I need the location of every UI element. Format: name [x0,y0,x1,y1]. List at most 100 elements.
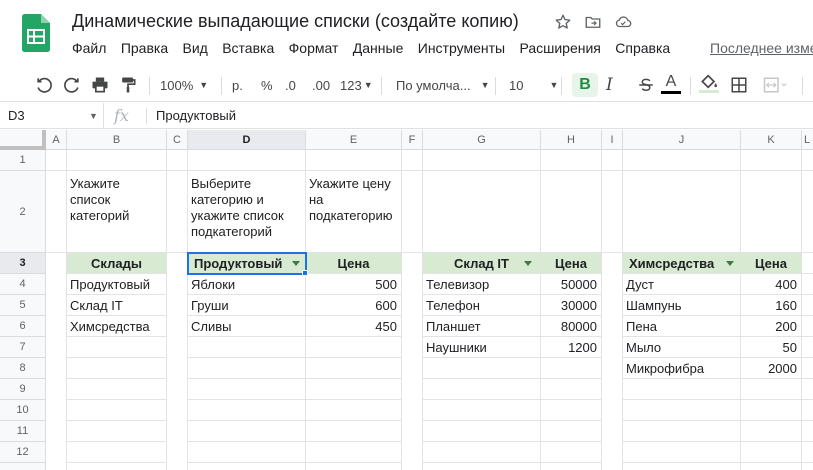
row-header-2[interactable]: 2 [0,171,46,253]
chem-price[interactable]: 400 [741,274,801,294]
column-header-b[interactable]: B [67,130,167,150]
row-header-7[interactable]: 7 [0,337,46,358]
last-edit-link[interactable]: Последнее изменение [710,40,813,56]
it-price[interactable]: 80000 [541,316,601,336]
subcategory-price[interactable]: 500 [306,274,401,294]
select-all-corner[interactable] [0,130,46,150]
column-header-i[interactable]: I [602,130,623,150]
chem-item[interactable]: Пена [623,316,740,336]
menu-data[interactable]: Данные [353,40,404,56]
row-header-11[interactable]: 11 [0,421,46,442]
it-header[interactable]: Склад IT [423,253,540,273]
chem-item[interactable]: Микрофибра [623,358,740,378]
formula-input[interactable]: Продуктовый [156,103,236,129]
column-header-j[interactable]: J [623,130,741,150]
chevron-down-icon[interactable]: ▼ [89,103,98,129]
column-header-e[interactable]: E [306,130,402,150]
chem-header[interactable]: Химсредства [623,253,740,273]
category-item[interactable]: Склад IT [67,295,166,315]
subcategory-item[interactable]: Сливы [188,316,305,336]
dropdown-arrow-icon[interactable] [726,261,734,266]
font-family-select[interactable]: По умолча... ▼ [396,73,489,97]
category-item[interactable]: Продуктовый [67,274,166,294]
currency-format-button[interactable]: р. [232,73,243,97]
column-header-l[interactable]: L [802,130,813,150]
menu-extensions[interactable]: Расширения [519,40,600,56]
column-header-d[interactable]: D [188,130,306,150]
categories-header[interactable]: Склады [67,253,166,273]
chem-item[interactable]: Шампунь [623,295,740,315]
cloud-status-icon[interactable] [613,12,633,32]
subcategory-item[interactable]: Яблоки [188,274,305,294]
category-item[interactable]: Химсредства [67,316,166,336]
subcategory-price[interactable]: 600 [306,295,401,315]
bold-button[interactable]: B [572,73,598,97]
number-format-select[interactable]: 123 ▼ [340,73,373,97]
print-icon[interactable] [90,73,110,97]
undo-icon[interactable] [34,73,54,97]
row-header-1[interactable]: 1 [0,150,46,171]
text-color-button[interactable]: A [661,73,681,97]
borders-icon[interactable] [730,73,748,97]
price-header[interactable]: Цена [541,253,601,273]
menu-format[interactable]: Формат [289,40,339,56]
chem-item[interactable]: Мыло [623,337,740,357]
star-icon[interactable] [553,12,573,32]
zoom-select[interactable]: 100% ▼ [160,73,208,97]
decrease-decimals-button[interactable]: .0 [285,73,296,97]
font-size-select[interactable]: 10 ▼ [509,73,558,97]
column-header-f[interactable]: F [402,130,423,150]
row-header-5[interactable]: 5 [0,295,46,316]
it-item[interactable]: Телевизор [423,274,540,294]
paint-format-icon[interactable] [118,73,138,97]
chem-price[interactable]: 50 [741,337,801,357]
row-header-6[interactable]: 6 [0,316,46,337]
sheets-logo-icon[interactable] [22,14,50,52]
increase-decimals-button[interactable]: .00 [312,73,330,97]
column-header-c[interactable]: C [167,130,188,150]
menu-file[interactable]: Файл [72,40,106,56]
fill-handle[interactable] [302,270,308,276]
column-header-g[interactable]: G [423,130,541,150]
italic-button[interactable]: I [606,73,613,97]
row-header-12[interactable]: 12 [0,442,46,463]
document-title[interactable]: Динамические выпадающие списки (создайте… [72,11,519,32]
menu-help[interactable]: Справка [615,40,670,56]
merge-cells-icon[interactable] [760,73,790,97]
strikethrough-icon[interactable] [637,73,655,97]
it-price[interactable]: 30000 [541,295,601,315]
menu-edit[interactable]: Правка [121,40,168,56]
menu-view[interactable]: Вид [183,40,208,56]
percent-format-button[interactable]: % [261,73,273,97]
instruction-prices[interactable]: Укажите цену на подкатегорию [306,171,401,252]
row-header-9[interactable]: 9 [0,379,46,400]
instruction-categories[interactable]: Укажите список категорий [67,171,166,252]
row-header-3[interactable]: 3 [0,253,46,274]
dropdown-arrow-icon[interactable] [524,261,532,266]
move-folder-icon[interactable] [583,12,603,32]
column-header-a[interactable]: A [46,130,67,150]
it-item[interactable]: Наушники [423,337,540,357]
instruction-subcategories[interactable]: Выберите категорию и укажите список подк… [188,171,305,252]
price-header[interactable]: Цена [741,253,801,273]
column-header-h[interactable]: H [541,130,602,150]
menu-tools[interactable]: Инструменты [418,40,505,56]
row-header-8[interactable]: 8 [0,358,46,379]
price-header[interactable]: Цена [306,253,401,273]
row-header-4[interactable]: 4 [0,274,46,295]
chem-item[interactable]: Дуст [623,274,740,294]
menu-insert[interactable]: Вставка [222,40,274,56]
chem-price[interactable]: 2000 [741,358,801,378]
chem-price[interactable]: 200 [741,316,801,336]
fill-color-icon[interactable] [699,73,719,97]
it-item[interactable]: Планшет [423,316,540,336]
redo-icon[interactable] [62,73,82,97]
column-header-k[interactable]: K [741,130,802,150]
it-price[interactable]: 1200 [541,337,601,357]
subcategory-item[interactable]: Груши [188,295,305,315]
chem-price[interactable]: 160 [741,295,801,315]
it-price[interactable]: 50000 [541,274,601,294]
spreadsheet-grid[interactable]: A B C D E F G H I J K L 1 2 3 4 5 6 7 8 … [0,130,813,470]
subcategory-price[interactable]: 450 [306,316,401,336]
row-header-10[interactable]: 10 [0,400,46,421]
